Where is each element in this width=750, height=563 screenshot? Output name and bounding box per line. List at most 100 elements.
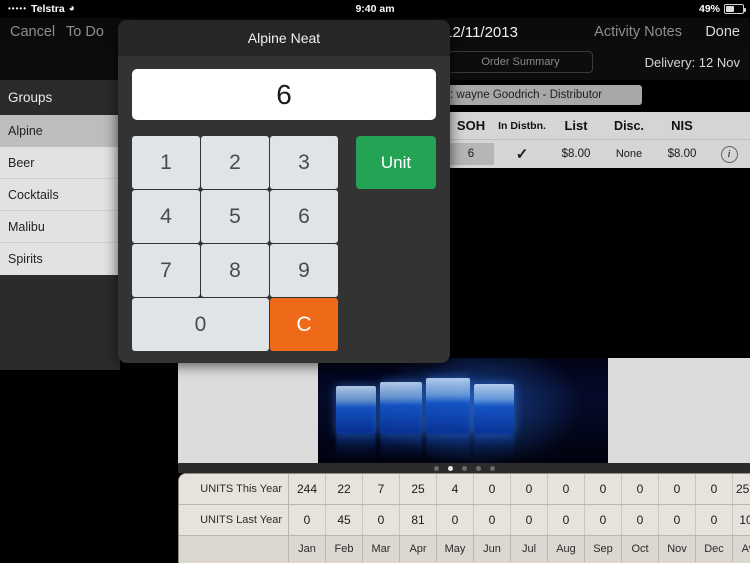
stats-cell: 0 — [659, 474, 696, 504]
clear-button[interactable]: C — [270, 298, 338, 351]
month-header: May — [437, 536, 474, 562]
key-5[interactable]: 5 — [201, 190, 269, 243]
done-button[interactable]: Done — [705, 24, 740, 40]
key-1[interactable]: 1 — [132, 136, 200, 189]
sidebar-item-cocktails[interactable]: Cocktails — [0, 179, 120, 211]
key-2[interactable]: 2 — [201, 136, 269, 189]
month-header: Jun — [474, 536, 511, 562]
sidebar-item-beer[interactable]: Beer — [0, 147, 120, 179]
sidebar-item-malibu[interactable]: Malibu — [0, 211, 120, 243]
column-header-nis: NIS — [671, 118, 693, 133]
sidebar-item-alpine[interactable]: Alpine — [0, 115, 120, 147]
quantity-keypad-modal: Alpine Neat 6 1 2 3 4 5 6 7 8 9 0 C Unit — [118, 20, 450, 363]
stats-cell: 4 — [437, 474, 474, 504]
status-bar: ••••• Telstra ◕ 9:40 am 49% — [0, 0, 750, 18]
delivery-date-label: Delivery: 12 Nov — [644, 55, 740, 70]
numeric-keypad: 1 2 3 4 5 6 7 8 9 0 C — [132, 136, 338, 351]
cell-nis: $8.00 — [667, 148, 697, 160]
carousel-slide-previous[interactable] — [178, 358, 318, 463]
key-3[interactable]: 3 — [270, 136, 338, 189]
stats-cell: 0 — [585, 505, 622, 535]
key-4[interactable]: 4 — [132, 190, 200, 243]
info-icon[interactable]: i — [720, 145, 738, 163]
month-header: Mar — [363, 536, 400, 562]
key-8[interactable]: 8 — [201, 244, 269, 297]
group-label: Spirits — [8, 252, 43, 266]
carousel-slide-current-product-photo[interactable] — [318, 358, 608, 463]
carousel-slide-next[interactable] — [608, 358, 750, 463]
unit-button[interactable]: Unit — [356, 136, 436, 189]
groups-title: Groups — [0, 80, 120, 115]
month-header: Apr — [400, 536, 437, 562]
date-label: 12/11/2013 — [444, 23, 518, 41]
stats-cell: 25 — [400, 474, 437, 504]
groups-list: Alpine Beer Cocktails Malibu Spirits — [0, 115, 120, 275]
groups-panel: Groups Alpine Beer Cocktails Malibu Spir… — [0, 80, 120, 370]
stats-cell: 0 — [659, 505, 696, 535]
stats-cell: 244 — [289, 474, 326, 504]
modal-body: 6 1 2 3 4 5 6 7 8 9 0 C Unit — [118, 56, 450, 363]
month-header: Aug — [548, 536, 585, 562]
page-dot-2[interactable] — [447, 465, 453, 471]
stats-cell: 0 — [548, 474, 585, 504]
key-6[interactable]: 6 — [270, 190, 338, 243]
product-table-header: SOH In Distbn. List Disc. NIS — [448, 112, 750, 140]
stats-cell: 0 — [474, 474, 511, 504]
todo-button[interactable]: To Do — [66, 24, 104, 40]
page-dot-1[interactable] — [433, 465, 439, 471]
stats-cell: 0 — [696, 505, 733, 535]
stats-cell: 0 — [511, 505, 548, 535]
stats-cell: 0 — [696, 474, 733, 504]
stats-row-last-year: UNITS Last Year 0 45 0 81 0 0 0 0 0 0 0 … — [179, 505, 750, 536]
page-dot-3[interactable] — [461, 465, 467, 471]
month-header: Sep — [585, 536, 622, 562]
stats-cell: 0 — [548, 505, 585, 535]
table-row[interactable]: 6 ✓ $8.00 None $8.00 i — [448, 140, 750, 168]
carousel-page-dots[interactable] — [178, 463, 750, 473]
stats-row-label: UNITS This Year — [179, 474, 289, 504]
stats-cell: 0 — [474, 505, 511, 535]
cell-disc: None — [615, 148, 643, 160]
month-header-avg: Avg — [733, 536, 750, 562]
stats-cell: 22 — [326, 474, 363, 504]
status-bar-clock: 9:40 am — [355, 3, 395, 15]
stats-cell: 7 — [363, 474, 400, 504]
sidebar-item-spirits[interactable]: Spirits — [0, 243, 120, 275]
stats-cell-avg: 10.5 — [733, 505, 750, 535]
month-header: Jan — [289, 536, 326, 562]
stats-months-spacer — [179, 536, 289, 562]
column-header-disc: Disc. — [614, 118, 644, 133]
cell-list: $8.00 — [561, 148, 591, 160]
page-dot-5[interactable] — [489, 465, 495, 471]
group-label: Cocktails — [8, 187, 59, 202]
cell-info[interactable]: i — [708, 145, 750, 163]
key-0[interactable]: 0 — [132, 298, 269, 351]
stats-row-this-year: UNITS This Year 244 22 7 25 4 0 0 0 0 0 … — [179, 474, 750, 505]
check-icon: ✓ — [515, 146, 529, 163]
activity-notes-button[interactable]: Activity Notes — [594, 24, 682, 40]
battery-icon — [724, 4, 746, 14]
product-image-carousel[interactable] — [178, 358, 750, 463]
column-header-in-distbn: In Distbn. — [498, 119, 546, 132]
month-header: Feb — [326, 536, 363, 562]
page-dot-4[interactable] — [475, 465, 481, 471]
key-9[interactable]: 9 — [270, 244, 338, 297]
stats-cell: 0 — [622, 505, 659, 535]
stats-cell: 0 — [511, 474, 548, 504]
column-header-list: List — [564, 118, 588, 133]
stats-row-label: UNITS Last Year — [179, 505, 289, 535]
cell-soh[interactable]: 6 — [448, 143, 494, 165]
stats-cell-avg: 25.17 — [733, 474, 750, 504]
month-header: Nov — [659, 536, 696, 562]
key-7[interactable]: 7 — [132, 244, 200, 297]
stats-cell: 45 — [326, 505, 363, 535]
stats-cell: 0 — [363, 505, 400, 535]
modal-title: Alpine Neat — [118, 20, 450, 56]
cancel-button[interactable]: Cancel — [10, 24, 55, 40]
stats-cell: 0 — [585, 474, 622, 504]
quantity-display[interactable]: 6 — [132, 69, 436, 120]
stats-row-months: Jan Feb Mar Apr May Jun Jul Aug Sep Oct … — [179, 536, 750, 562]
stats-cell: 81 — [400, 505, 437, 535]
order-summary-button[interactable]: Order Summary — [448, 51, 593, 73]
group-label: Malibu — [8, 219, 45, 234]
